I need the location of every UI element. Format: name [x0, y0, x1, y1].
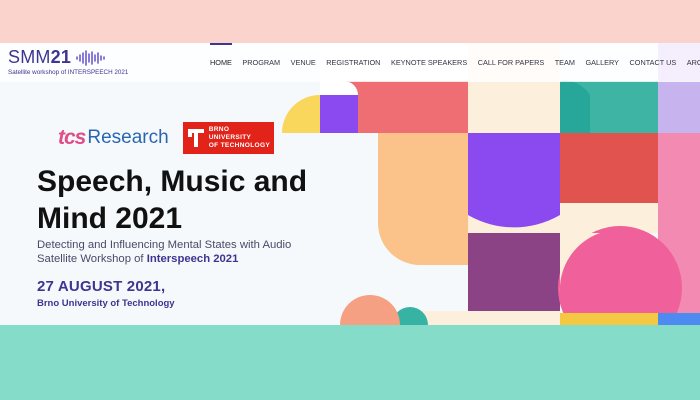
nav-venue[interactable]: VENUE	[291, 43, 316, 82]
brno-university-logo[interactable]: BRNO UNIVERSITY OF TECHNOLOGY	[182, 122, 275, 154]
logo-text: SMM21	[8, 47, 72, 67]
nav-program[interactable]: PROGRAM	[242, 43, 280, 82]
sound-wave-icon	[76, 49, 105, 66]
sponsor-logos: tcs Research BRNO UNIVERSITY OF TECHNOLO…	[58, 122, 275, 154]
nav-keynote-speakers[interactable]: KEYNOTE SPEAKERS	[391, 43, 467, 82]
tcs-mark: tcs	[58, 126, 86, 149]
site-header: SMM21 Satellite workshop of INTERSPEECH …	[0, 43, 700, 82]
site-logo[interactable]: SMM21 Satellite workshop of INTERSPEECH …	[8, 47, 128, 76]
nav-gallery[interactable]: GALLERY	[586, 43, 620, 82]
nav-call-for-papers[interactable]: CALL FOR PAPERS	[478, 43, 545, 82]
brno-text: BRNO UNIVERSITY OF TECHNOLOGY	[208, 126, 271, 149]
nav-home[interactable]: HOME	[210, 43, 232, 82]
tcs-research-logo[interactable]: tcs Research	[58, 126, 169, 150]
nav-contact-us[interactable]: CONTACT US	[630, 43, 677, 82]
page-subtitle: Detecting and Influencing Mental States …	[37, 239, 292, 265]
nav-registration[interactable]: REGISTRATION	[326, 43, 380, 82]
page-title: Speech, Music and Mind 2021	[37, 165, 308, 235]
logo-subtitle: Satellite workshop of INTERSPEECH 2021	[8, 69, 129, 76]
nav-team[interactable]: TEAM	[555, 43, 575, 82]
top-band	[0, 0, 700, 43]
tcs-word: Research	[87, 127, 169, 148]
bottom-band	[0, 325, 700, 400]
nav-archive[interactable]: ARCHIVE	[687, 43, 700, 82]
main-nav: HOME PROGRAM VENUE REGISTRATION KEYNOTE …	[210, 43, 700, 82]
event-date: 27 AUGUST 2021,	[37, 278, 166, 295]
event-venue: Brno University of Technology	[37, 298, 175, 309]
website-page: SMM21 Satellite workshop of INTERSPEECH …	[0, 43, 700, 325]
brno-t-icon	[183, 122, 209, 154]
